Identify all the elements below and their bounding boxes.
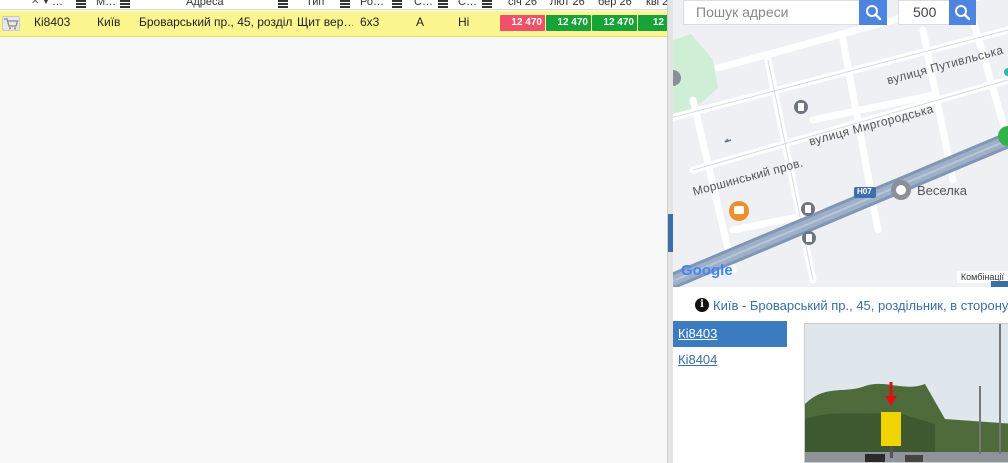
radius-search-button[interactable] — [949, 0, 976, 25]
column-menu-icon[interactable] — [120, 0, 130, 8]
list-item[interactable]: Кі8404 — [673, 347, 787, 373]
route-shield-label: H07 — [857, 187, 872, 196]
header-code-label: … — [52, 0, 63, 8]
header-month-2[interactable]: лют 26 — [546, 0, 592, 10]
column-menu-icon[interactable] — [482, 0, 492, 8]
column-menu-icon[interactable] — [340, 0, 350, 8]
cell-code: Кі8403 — [34, 15, 71, 29]
header-type[interactable]: Тип — [292, 0, 354, 10]
header-cart[interactable] — [0, 0, 28, 10]
billboard-photo-image — [805, 324, 1008, 462]
address-search-input[interactable]: Пошук адреси — [683, 0, 860, 25]
billboard-photo[interactable] — [804, 323, 1008, 463]
cell-address: Броварський пр., 45, розділ… — [139, 15, 292, 29]
header-month-4[interactable]: кві 2 — [638, 0, 667, 10]
header-address-label: Адреса — [186, 0, 224, 8]
column-menu-icon[interactable] — [392, 0, 402, 8]
header-month-3[interactable]: бер 26 — [592, 0, 638, 10]
filter-icon[interactable]: ▼ — [41, 0, 51, 10]
header-month-1[interactable]: січ 26 — [500, 0, 546, 10]
radius-input[interactable]: 500 — [898, 0, 950, 25]
header-size-label: Ро… — [360, 0, 384, 8]
column-menu-icon[interactable] — [438, 0, 448, 8]
cell-city: Київ — [97, 15, 121, 29]
map-view[interactable]: вулиця Путивльська вулиця Миргородська М… — [673, 0, 1008, 287]
table-row[interactable]: Кі8403 Київ Броварський пр., 45, розділ…… — [0, 11, 667, 37]
address-search-button[interactable] — [859, 0, 887, 25]
cell-type: Щит вер… — [297, 15, 353, 29]
map-canvas — [673, 0, 1008, 287]
price-badge-month-3[interactable]: 12 470 — [592, 15, 637, 31]
billboard-info-panel: i Київ - Броварський пр., 45, роздільник… — [673, 287, 1008, 463]
search-icon — [955, 5, 971, 21]
google-logo: Google — [681, 262, 733, 279]
column-menu-icon[interactable] — [278, 0, 288, 8]
header-side-label: С… — [414, 0, 433, 8]
billboard-grid: ✕ ▼ … М… Адреса Тип Ро… С… С… січ 26 лют… — [0, 0, 667, 463]
app-window: ✕ ▼ … М… Адреса Тип Ро… С… С… січ 26 лют… — [0, 0, 1008, 463]
cell-size: 6x3 — [360, 15, 380, 29]
cell-light: Ні — [458, 15, 470, 29]
poi-label-veselka: Веселка — [917, 183, 967, 198]
header-side[interactable]: С… — [410, 0, 454, 10]
price-badge-month-2[interactable]: 12 470 — [546, 15, 591, 31]
billboard-title: Київ - Броварський пр., 45, роздільник, … — [713, 298, 1008, 313]
header-city-label: М… — [96, 0, 117, 8]
column-menu-icon[interactable] — [76, 0, 86, 8]
header-light[interactable]: С… — [454, 0, 500, 10]
header-light-label: С… — [458, 0, 477, 8]
info-icon: i — [695, 298, 709, 312]
header-city[interactable]: М… — [90, 0, 134, 10]
price-badge-month-4[interactable]: 12 — [638, 15, 667, 31]
cell-side: А — [416, 15, 425, 29]
header-size[interactable]: Ро… — [354, 0, 410, 10]
search-icon — [866, 5, 882, 21]
header-code[interactable]: ✕ ▼ … — [28, 0, 90, 10]
cart-icon[interactable] — [2, 16, 20, 31]
billboard-code-list: Кі8403 Кі8404 — [673, 321, 787, 373]
close-icon[interactable]: ✕ — [31, 0, 39, 10]
price-badge-month-1[interactable]: 12 470 — [500, 15, 545, 31]
list-item[interactable]: Кі8403 — [673, 321, 787, 347]
grid-header: ✕ ▼ … М… Адреса Тип Ро… С… С… січ 26 лют… — [0, 0, 667, 10]
header-address[interactable]: Адреса — [134, 0, 292, 10]
header-type-label: Тип — [306, 0, 325, 8]
